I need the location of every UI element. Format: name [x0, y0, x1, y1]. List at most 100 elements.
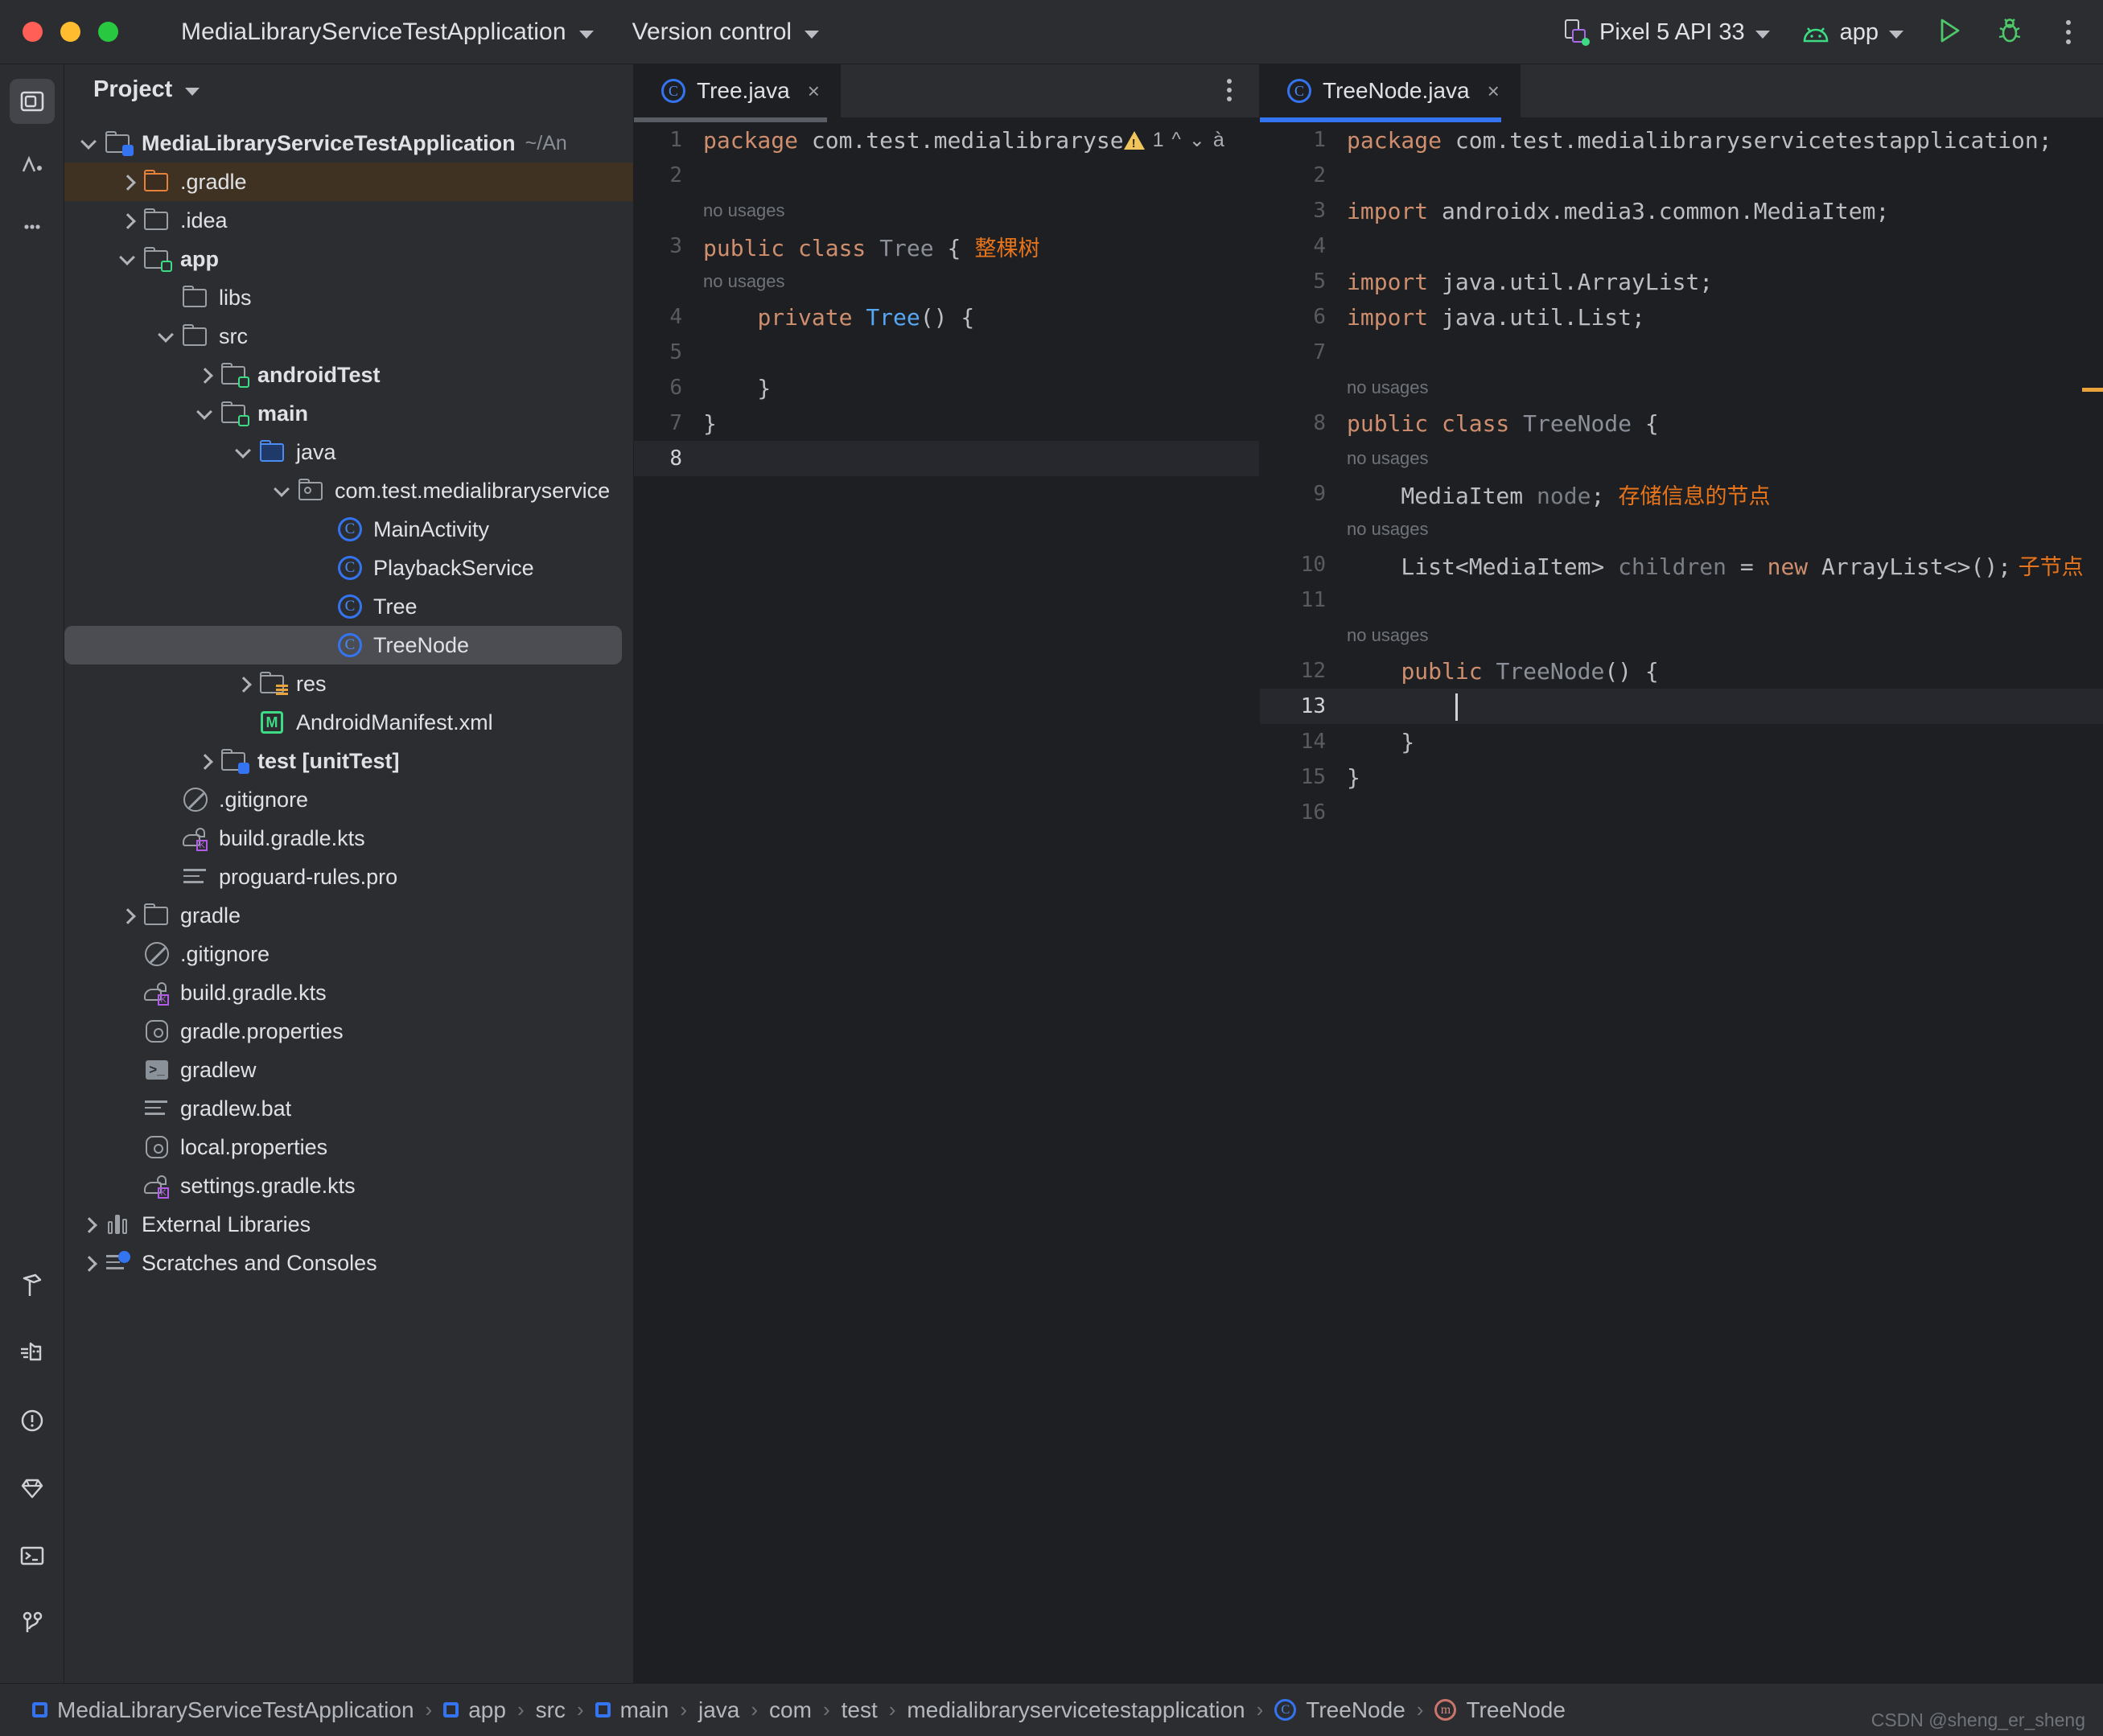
expand-arrow-icon[interactable] [117, 1098, 138, 1119]
expand-arrow-icon[interactable] [311, 557, 331, 578]
expand-arrow-icon[interactable] [79, 1253, 100, 1273]
build-icon[interactable] [10, 1263, 55, 1308]
app-quality-icon[interactable] [10, 1466, 55, 1511]
tree-item-idea[interactable]: .idea [64, 201, 633, 240]
expand-arrow-icon[interactable] [156, 287, 177, 308]
maximize-window-button[interactable] [98, 22, 118, 42]
tree-item-medialibraryservicetestapplication[interactable]: MediaLibraryServiceTestApplication~/An [64, 124, 633, 162]
tab-treenode-java[interactable]: C TreeNode.java × [1260, 64, 1521, 117]
tree-item-gradlew-bat[interactable]: gradlew.bat [64, 1089, 633, 1128]
tree-item-gitignore[interactable]: .gitignore [64, 935, 633, 973]
tree-item-gradle-properties[interactable]: gradle.properties [64, 1012, 633, 1051]
debug-icon[interactable] [1995, 16, 2024, 49]
tree-item-test-unittest[interactable]: test [unitTest] [64, 742, 633, 780]
expand-arrow-icon[interactable] [117, 905, 138, 926]
tree-item-app[interactable]: app [64, 240, 633, 278]
commit-icon[interactable] [10, 142, 55, 187]
expand-arrow-icon[interactable] [272, 480, 293, 501]
tree-item-gitignore[interactable]: .gitignore [64, 780, 633, 819]
logcat-icon[interactable] [10, 1331, 55, 1376]
minimize-window-button[interactable] [60, 22, 80, 42]
tree-item-mainactivity[interactable]: CMainActivity [64, 510, 633, 549]
tree-item-res[interactable]: res [64, 664, 633, 703]
expand-arrow-icon[interactable] [79, 1214, 100, 1235]
expand-arrow-icon[interactable] [156, 326, 177, 347]
project-icon[interactable] [10, 79, 55, 124]
git-icon[interactable] [10, 1601, 55, 1646]
more-icon[interactable] [10, 204, 55, 249]
close-icon[interactable]: × [1488, 79, 1500, 104]
expand-arrow-icon[interactable] [117, 171, 138, 192]
run-config-selector[interactable]: app [1786, 19, 1920, 46]
tree-item-com-test-medialibraryservice[interactable]: com.test.medialibraryservice [64, 471, 633, 510]
tree-item-gradle[interactable]: gradle [64, 896, 633, 935]
code-editor-tree[interactable]: 1package com.test.medialibraryse1^⌄à2no … [634, 122, 1259, 1683]
expand-arrow-icon[interactable] [311, 635, 331, 656]
project-panel-header[interactable]: Project [64, 64, 633, 114]
editor-options-icon[interactable] [1227, 79, 1232, 101]
breadcrumb-item-medialibraryservicetestapplication[interactable]: MediaLibraryServiceTestApplication [21, 1697, 426, 1723]
expand-arrow-icon[interactable] [195, 751, 216, 771]
version-control-menu[interactable]: Version control [632, 19, 819, 46]
breadcrumb-item-test[interactable]: test [830, 1697, 889, 1723]
tree-item-androidtest[interactable]: androidTest [64, 356, 633, 394]
tree-item-tree[interactable]: CTree [64, 587, 633, 626]
tree-item-build-gradle-kts[interactable]: Kbuild.gradle.kts [64, 819, 633, 858]
code-editor-treenode[interactable]: 1package com.test.medialibraryservicetes… [1260, 122, 2103, 1683]
expand-arrow-icon[interactable] [195, 364, 216, 385]
expand-arrow-icon[interactable] [233, 673, 254, 694]
breadcrumb-item-medialibraryservicetestapplication[interactable]: medialibraryservicetestapplication [895, 1697, 1256, 1723]
close-window-button[interactable] [23, 22, 43, 42]
tree-item-playbackservice[interactable]: CPlaybackService [64, 549, 633, 587]
tree-item-src[interactable]: src [64, 317, 633, 356]
expand-arrow-icon[interactable] [156, 828, 177, 849]
breadcrumb-item-java[interactable]: java [687, 1697, 751, 1723]
tree-item-external-libraries[interactable]: External Libraries [64, 1205, 633, 1244]
terminal-icon[interactable] [10, 1533, 55, 1578]
breadcrumb-label: app [468, 1697, 506, 1723]
tree-item-build-gradle-kts[interactable]: Kbuild.gradle.kts [64, 973, 633, 1012]
tree-item-gradle[interactable]: .gradle [64, 162, 633, 201]
tree-item-proguard-rules-pro[interactable]: proguard-rules.pro [64, 858, 633, 896]
expand-arrow-icon[interactable] [156, 866, 177, 887]
expand-arrow-icon[interactable] [156, 789, 177, 810]
breadcrumb-item-main[interactable]: main [584, 1697, 681, 1723]
tree-item-gradlew[interactable]: >_gradlew [64, 1051, 633, 1089]
device-selector[interactable]: Pixel 5 API 33 [1549, 19, 1786, 46]
expand-arrow-icon[interactable] [311, 596, 331, 617]
project-selector[interactable]: MediaLibraryServiceTestApplication [181, 19, 594, 46]
close-icon[interactable]: × [808, 79, 820, 104]
expand-arrow-icon[interactable] [79, 133, 100, 154]
expand-arrow-icon[interactable] [117, 944, 138, 965]
tree-item-scratches-and-consoles[interactable]: Scratches and Consoles [64, 1244, 633, 1282]
run-icon[interactable] [1936, 16, 1963, 49]
more-vertical-icon[interactable] [2055, 20, 2082, 44]
expand-arrow-icon[interactable] [233, 712, 254, 733]
tree-item-androidmanifest-xml[interactable]: MAndroidManifest.xml [64, 703, 633, 742]
expand-arrow-icon[interactable] [311, 519, 331, 540]
expand-arrow-icon[interactable] [117, 982, 138, 1003]
inspection-warning-chip[interactable]: 1^⌄à [1124, 129, 1224, 152]
breadcrumb-label: medialibraryservicetestapplication [907, 1697, 1245, 1723]
expand-arrow-icon[interactable] [117, 1021, 138, 1042]
breadcrumb-item-src[interactable]: src [525, 1697, 577, 1723]
expand-arrow-icon[interactable] [117, 249, 138, 269]
expand-arrow-icon[interactable] [233, 442, 254, 463]
tree-item-settings-gradle-kts[interactable]: Ksettings.gradle.kts [64, 1166, 633, 1205]
tree-item-main[interactable]: main [64, 394, 633, 433]
tab-tree-java[interactable]: C Tree.java × [634, 64, 841, 117]
expand-arrow-icon[interactable] [195, 403, 216, 424]
expand-arrow-icon[interactable] [117, 1059, 138, 1080]
expand-arrow-icon[interactable] [117, 1137, 138, 1158]
breadcrumb-item-app[interactable]: app [432, 1697, 517, 1723]
breadcrumb-item-com[interactable]: com [758, 1697, 823, 1723]
breadcrumb-item-treenode[interactable]: CTreeNode [1263, 1697, 1416, 1723]
expand-arrow-icon[interactable] [117, 210, 138, 231]
tree-item-local-properties[interactable]: local.properties [64, 1128, 633, 1166]
tree-item-treenode[interactable]: CTreeNode [64, 626, 622, 664]
expand-arrow-icon[interactable] [117, 1175, 138, 1196]
problems-icon[interactable] [10, 1398, 55, 1443]
tree-item-java[interactable]: java [64, 433, 633, 471]
tree-item-libs[interactable]: libs [64, 278, 633, 317]
breadcrumb-item-treenode[interactable]: mTreeNode [1423, 1697, 1576, 1723]
